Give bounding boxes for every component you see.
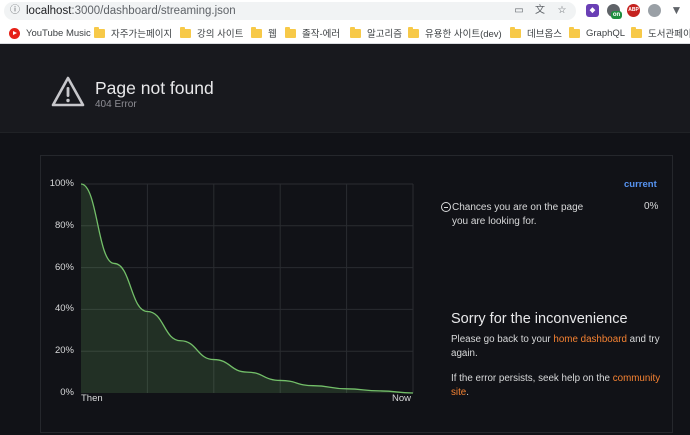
- vpn-icon[interactable]: ▼: [670, 4, 683, 17]
- url-field[interactable]: ⓘ localhost:3000/dashboard/streaming.jso…: [4, 2, 576, 20]
- message-paragraph-2: If the error persists, seek help on the …: [451, 373, 661, 398]
- bookmarks-bar: YouTube Music 자주가는페이지 강의 사이트 웹 졸작-에러 알고리…: [0, 22, 690, 44]
- y-tick-label: 20%: [54, 345, 74, 357]
- bookmark-label: YouTube Music: [26, 27, 91, 39]
- folder-icon: [251, 26, 262, 38]
- y-tick-label: 0%: [60, 387, 74, 398]
- bookmark-folder[interactable]: 웹: [251, 26, 277, 40]
- y-tick-label: 60%: [54, 261, 74, 273]
- bookmark-folder[interactable]: 도서관페이지: [631, 26, 690, 40]
- url-path: :3000/dashboard/streaming.json: [71, 5, 236, 17]
- minus-circle-icon[interactable]: [441, 202, 451, 212]
- bookmark-label: 자주가는페이지: [111, 29, 173, 40]
- bookmark-label: 알고리즘: [367, 29, 402, 40]
- on-badge: on: [611, 11, 622, 19]
- y-tick-label: 100%: [49, 178, 74, 189]
- bookmark-youtube-music[interactable]: YouTube Music: [9, 26, 91, 40]
- url-host: localhost: [26, 5, 72, 17]
- bookmark-folder[interactable]: 데브옵스: [510, 26, 562, 40]
- adblock-icon[interactable]: ABP: [627, 4, 640, 17]
- bookmark-folder[interactable]: 유용한 사이트(dev): [408, 26, 502, 40]
- bookmark-label: 졸작-에러: [302, 29, 341, 40]
- legend-current-value: 0%: [644, 201, 659, 212]
- warning-icon: [51, 76, 85, 107]
- browser-address-bar: ⓘ localhost:3000/dashboard/streaming.jso…: [0, 0, 690, 22]
- translate-icon[interactable]: 文: [534, 5, 546, 17]
- bookmark-label: 강의 사이트: [197, 29, 244, 40]
- x-tick-label: Now: [391, 393, 411, 404]
- y-tick-label: 80%: [54, 219, 74, 231]
- folder-icon: [285, 26, 296, 38]
- folder-icon: [94, 26, 105, 38]
- message-title: Sorry for the inconvenience: [451, 311, 628, 327]
- star-icon[interactable]: ☆: [556, 5, 568, 17]
- x-tick-label: Then: [81, 393, 103, 404]
- page-header: Page not found 404 Error: [0, 44, 690, 133]
- bookmark-folder[interactable]: 알고리즘: [350, 26, 402, 40]
- bookmark-label: 유용한 사이트(dev): [425, 29, 502, 40]
- folder-icon: [569, 26, 580, 38]
- youtube-icon: [9, 27, 20, 39]
- message-paragraph-1: Please go back to your home dashboard an…: [451, 334, 660, 359]
- cast-icon[interactable]: ▭: [513, 5, 525, 17]
- url-text: localhost:3000/dashboard/streaming.json: [26, 5, 236, 17]
- folder-icon: [510, 26, 521, 38]
- bookmark-label: 도서관페이지: [648, 29, 690, 40]
- bookmark-label: 데브옵스: [527, 29, 562, 40]
- profile-icon[interactable]: [648, 4, 661, 17]
- extension-icon[interactable]: ◆: [586, 4, 599, 17]
- legend-series-label[interactable]: Chances you are on the page you are look…: [452, 201, 602, 229]
- bookmark-folder[interactable]: GraphQL: [569, 26, 625, 40]
- page-subtitle: 404 Error: [95, 99, 137, 110]
- bookmark-label: 웹: [268, 29, 277, 40]
- page-title: Page not found: [95, 78, 214, 98]
- error-panel: 0% 20% 40% 60% 80% 100% Then Now current Chance…: [40, 155, 673, 433]
- bookmark-label: GraphQL: [586, 27, 626, 39]
- bookmark-folder[interactable]: 졸작-에러: [285, 26, 340, 40]
- bookmark-folder[interactable]: 강의 사이트: [180, 26, 243, 40]
- legend-current-header[interactable]: current: [624, 179, 657, 190]
- info-icon[interactable]: ⓘ: [9, 5, 21, 17]
- bookmark-folder[interactable]: 자주가는페이지: [94, 26, 172, 40]
- folder-icon: [180, 26, 191, 38]
- chances-chart: [80, 183, 414, 394]
- folder-icon: [631, 26, 642, 38]
- home-dashboard-link[interactable]: home dashboard: [553, 334, 627, 345]
- y-tick-label: 40%: [54, 303, 74, 315]
- folder-icon: [350, 26, 361, 38]
- folder-icon: [408, 26, 419, 38]
